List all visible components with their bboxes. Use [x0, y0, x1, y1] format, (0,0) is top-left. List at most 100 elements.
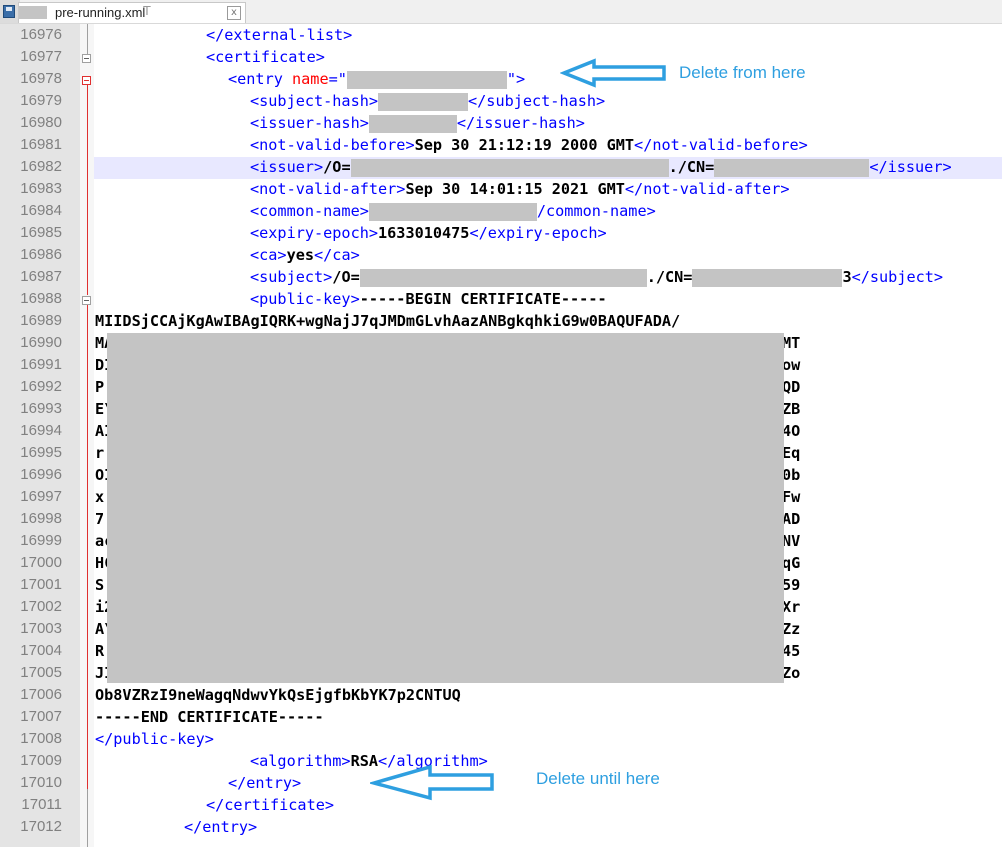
certificate-fragment-right: MT — [782, 334, 801, 352]
certificate-text: AD — [782, 508, 800, 530]
line-number: 16976 — [20, 26, 62, 43]
line-number: 16984 — [20, 202, 62, 219]
certificate-text: 4O — [782, 420, 800, 442]
line-number: 16997 — [20, 488, 62, 505]
certificate-text: Fw — [782, 486, 800, 508]
code-line-16983[interactable]: <not-valid-after>Sep 30 14:01:15 2021 GM… — [250, 178, 790, 200]
certificate-text: ZB — [782, 398, 800, 420]
tab-partial-text: T — [143, 3, 151, 18]
line-number: 16977 — [20, 48, 62, 65]
redacted-block — [692, 268, 843, 287]
xml-value: 1633010475 — [378, 224, 470, 242]
code-line-16981[interactable]: <not-valid-before>Sep 30 21:12:19 2000 G… — [250, 134, 808, 156]
certificate-text: Ob8VZRzI9neWagqNdwvYkQsEjgfbKbYK7p2CNTUQ — [95, 686, 461, 704]
certificate-text: MT — [782, 332, 800, 354]
fold-range-line — [87, 305, 88, 789]
line-number: 16998 — [20, 510, 62, 527]
code-line-17011[interactable]: </certificate> — [206, 794, 334, 816]
code-line-16977[interactable]: <certificate> — [206, 46, 325, 68]
certificate-text: Zo — [782, 662, 800, 684]
redacted-block — [346, 70, 507, 89]
code-line-17012[interactable]: </entry> — [184, 816, 257, 838]
xml-tag: <subject-hash> — [250, 92, 379, 110]
tab-title: pre-running.xml — [55, 5, 146, 20]
line-number: 16989 — [20, 312, 62, 329]
line-number: 16982 — [20, 158, 62, 175]
redacted-block — [19, 6, 47, 19]
xml-tag: <subject> — [250, 268, 333, 286]
certificate-text: Xr — [782, 596, 800, 618]
xml-tag: <public-key> — [250, 290, 360, 308]
code-line-16980[interactable]: <issuer-hash> </issuer-hash> — [250, 112, 585, 134]
annotation-delete-until: Delete until here — [536, 769, 660, 788]
certificate-text: Zz — [782, 618, 800, 640]
xml-value: ./CN= — [646, 268, 693, 286]
certificate-fragment-right: Zo — [782, 664, 801, 682]
xml-tag: <ca> — [250, 246, 287, 264]
xml-value: yes — [286, 246, 315, 264]
certificate-fragment-right: ZB — [782, 400, 801, 418]
line-number: 17001 — [20, 576, 62, 593]
code-line-17006[interactable]: Ob8VZRzI9neWagqNdwvYkQsEjgfbKbYK7p2CNTUQ — [95, 684, 461, 706]
redacted-block — [714, 158, 870, 177]
line-number: 16999 — [20, 532, 62, 549]
code-line-17007[interactable]: -----END CERTIFICATE----- — [95, 706, 324, 728]
xml-tag: =" — [328, 70, 347, 88]
certificate-fragment-right: qG — [782, 554, 801, 572]
xml-tag: <not-valid-after> — [250, 180, 406, 198]
arrow-left-icon — [370, 764, 494, 801]
line-number: 16983 — [20, 180, 62, 197]
code-line-17008[interactable]: </public-key> — [95, 728, 214, 750]
xml-tag: <algorithm> — [250, 752, 351, 770]
redacted-block — [368, 202, 537, 221]
xml-tag: </subject> — [851, 268, 944, 286]
certificate-fragment-right: ow — [782, 356, 801, 374]
redacted-block — [107, 333, 784, 683]
certificate-text: qG — [782, 552, 800, 574]
xml-tag: </subject-hash> — [468, 92, 606, 110]
code-line-16978[interactable]: <entry name=" "> — [228, 68, 525, 90]
xml-attribute: name — [292, 70, 329, 88]
code-line-16989[interactable]: MIIDSjCCAjKgAwIBAgIQRK+wgNajJ7qJMDmGLvhA… — [95, 310, 680, 332]
code-line-17010[interactable]: </entry> — [228, 772, 301, 794]
code-line-16979[interactable]: <subject-hash> </subject-hash> — [250, 90, 605, 112]
xml-value: /O= — [332, 268, 360, 286]
close-tab-icon[interactable]: x — [227, 6, 241, 20]
xml-tag: </not-valid-after> — [624, 180, 790, 198]
code-line-16985[interactable]: <expiry-epoch>1633010475</expiry-epoch> — [250, 222, 607, 244]
xml-tag: </not-valid-before> — [634, 136, 808, 154]
fold-toggle-certificate[interactable] — [82, 54, 91, 63]
certificate-text: 45 — [782, 640, 800, 662]
line-number: 17011 — [21, 796, 62, 813]
certificate-text: 0b — [782, 464, 800, 486]
line-number: 16992 — [20, 378, 62, 395]
xml-tag: /common-name> — [536, 202, 656, 220]
arrow-left-icon — [560, 58, 666, 88]
line-number: 17000 — [20, 554, 62, 571]
xml-tag: </issuer> — [869, 158, 952, 176]
line-number: 16979 — [20, 92, 62, 109]
code-line-16984[interactable]: <common-name> /common-name> — [250, 200, 656, 222]
code-line-16976[interactable]: </external-list> — [206, 24, 352, 46]
xml-tag: <expiry-epoch> — [250, 224, 379, 242]
code-line-16987[interactable]: <subject>/O= ./CN= 3</subject> — [250, 266, 943, 288]
certificate-text: QD — [782, 376, 800, 398]
xml-tag: </entry> — [184, 818, 258, 836]
fold-line — [87, 789, 88, 847]
line-number: 16994 — [20, 422, 62, 439]
xml-value: Sep 30 21:12:19 2000 GMT — [414, 136, 635, 154]
xml-value: 3 — [842, 268, 852, 286]
certificate-fragment-right: 0b — [782, 466, 801, 484]
fold-toggle-entry[interactable] — [82, 76, 91, 85]
code-line-16982[interactable]: <issuer>/O= ./CN= </issuer> — [250, 156, 952, 178]
file-tab[interactable]: pre-running.xml T x — [18, 2, 246, 23]
redacted-block — [359, 268, 647, 287]
code-line-16988[interactable]: <public-key>-----BEGIN CERTIFICATE----- — [250, 288, 607, 310]
line-number: 16995 — [20, 444, 62, 461]
fold-toggle-public-key[interactable] — [82, 296, 91, 305]
code-line-16986[interactable]: <ca>yes</ca> — [250, 244, 360, 266]
line-number: 17002 — [20, 598, 62, 615]
xml-tag: <issuer-hash> — [250, 114, 369, 132]
xml-tag: </certificate> — [206, 796, 335, 814]
xml-tag: <entry — [228, 70, 293, 88]
